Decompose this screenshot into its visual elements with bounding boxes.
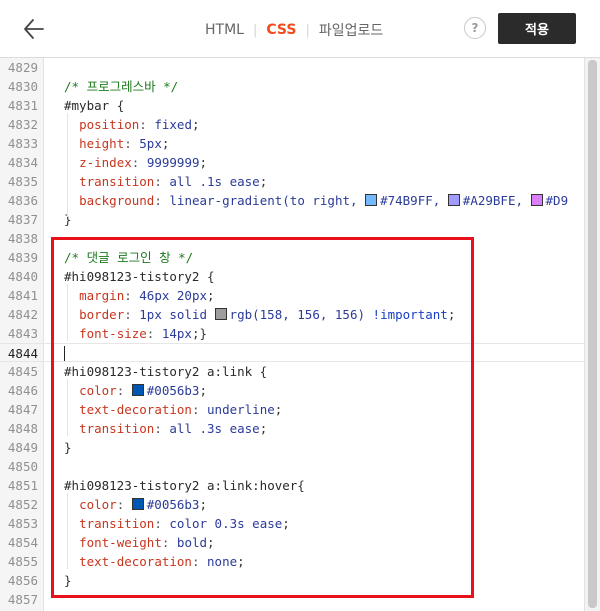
line-number: 4847 bbox=[7, 402, 38, 417]
code-comment: /* 프로그레스바 */ bbox=[64, 79, 179, 94]
code-line[interactable]: 4835 transition: all .1s ease; bbox=[0, 172, 584, 191]
code-text: transition: all .1s ease; bbox=[64, 172, 267, 191]
line-number: 4853 bbox=[7, 516, 38, 531]
css-property: height bbox=[79, 136, 125, 151]
line-number: 4848 bbox=[7, 421, 38, 436]
line-number: 4829 bbox=[7, 60, 38, 75]
back-button[interactable] bbox=[22, 14, 46, 44]
apply-button[interactable]: 적용 bbox=[498, 13, 576, 44]
code-line[interactable]: 4834 z-index: 9999999; bbox=[0, 153, 584, 172]
css-property: position bbox=[79, 117, 140, 132]
code-line[interactable]: 4836 background: linear-gradient(to righ… bbox=[0, 191, 584, 210]
tab-html[interactable]: HTML bbox=[205, 22, 244, 38]
code-line[interactable]: 4833 height: 5px; bbox=[0, 134, 584, 153]
line-number: 4843 bbox=[7, 326, 38, 341]
code-line[interactable]: 4830 /* 프로그레스바 */ bbox=[0, 77, 584, 96]
line-number: 4850 bbox=[7, 459, 38, 474]
line-number: 4846 bbox=[7, 383, 38, 398]
css-value: 9999999 bbox=[146, 155, 200, 170]
line-number: 4856 bbox=[7, 573, 38, 588]
vertical-scrollbar[interactable] bbox=[584, 58, 600, 611]
line-number: 4842 bbox=[7, 307, 38, 322]
help-icon: ? bbox=[471, 21, 479, 35]
css-value: #74B9FF, bbox=[380, 193, 448, 208]
code-punctuation: ; bbox=[259, 174, 268, 189]
css-selector: #mybar bbox=[64, 98, 117, 113]
tab-separator: | bbox=[252, 22, 258, 38]
editor-header: HTML | CSS | 파일업로드 ? 적용 bbox=[0, 0, 600, 58]
tab-separator: | bbox=[305, 22, 310, 38]
line-number: 4832 bbox=[7, 117, 38, 132]
code-colon: : bbox=[139, 117, 155, 132]
line-number: 4830 bbox=[7, 79, 38, 94]
code-text: position: fixed; bbox=[64, 115, 200, 134]
code-line[interactable]: 4832 position: fixed; bbox=[0, 115, 584, 134]
help-button[interactable]: ? bbox=[464, 17, 486, 39]
line-number: 4837 bbox=[7, 212, 38, 227]
css-property: z-index bbox=[79, 155, 132, 170]
code-punctuation: { bbox=[116, 98, 125, 113]
code-text: z-index: 9999999; bbox=[64, 153, 207, 172]
css-code-editor[interactable]: 4829 4830/* 프로그레스바 */4831 #mybar {4832 pos… bbox=[0, 58, 600, 611]
code-line[interactable]: 4829 bbox=[0, 58, 584, 77]
code-text: #mybar { bbox=[64, 96, 124, 115]
css-value: fixed bbox=[154, 117, 192, 132]
line-number: 4838 bbox=[7, 231, 38, 246]
scrollbar-thumb[interactable] bbox=[588, 60, 597, 608]
code-punctuation: ; bbox=[199, 155, 208, 170]
line-number: 4854 bbox=[7, 535, 38, 550]
color-swatch[interactable] bbox=[447, 194, 460, 206]
line-number: 4841 bbox=[7, 288, 38, 303]
line-number: 4834 bbox=[7, 155, 38, 170]
line-number: 4833 bbox=[7, 136, 38, 151]
color-swatch[interactable] bbox=[365, 194, 378, 206]
color-swatch[interactable] bbox=[530, 194, 543, 206]
css-value: #D9 bbox=[545, 193, 569, 208]
css-property: background bbox=[79, 193, 155, 208]
code-text: height: 5px; bbox=[64, 134, 169, 153]
tab-file-upload[interactable]: 파일업로드 bbox=[319, 20, 383, 40]
line-number: 4836 bbox=[7, 193, 38, 208]
indent-guide bbox=[67, 113, 68, 217]
line-number: 4857 bbox=[7, 592, 38, 607]
tab-css[interactable]: CSS bbox=[266, 22, 296, 38]
css-value: linear-gradient(to right, bbox=[169, 193, 366, 208]
line-number: 4851 bbox=[7, 478, 38, 493]
code-text: /* 프로그레스바 */ bbox=[64, 77, 178, 96]
line-number: 4839 bbox=[7, 250, 38, 265]
code-punctuation: ; bbox=[161, 136, 170, 151]
code-colon: : bbox=[124, 136, 140, 151]
code-text: background: linear-gradient(to right, #7… bbox=[64, 191, 568, 210]
line-number: 4844 bbox=[7, 346, 38, 361]
line-number: 4835 bbox=[7, 174, 38, 189]
code-colon: : bbox=[154, 174, 170, 189]
line-number: 4845 bbox=[7, 364, 38, 379]
code-punctuation: ; bbox=[191, 117, 200, 132]
css-property: transition bbox=[79, 174, 155, 189]
css-value: 5px bbox=[139, 136, 162, 151]
line-number: 4855 bbox=[7, 554, 38, 569]
code-colon: : bbox=[154, 193, 170, 208]
css-value: #A29BFE, bbox=[462, 193, 531, 208]
line-number: 4849 bbox=[7, 440, 38, 455]
code-colon: : bbox=[131, 155, 147, 170]
arrow-left-icon bbox=[24, 19, 44, 39]
code-line[interactable]: 4831 #mybar { bbox=[0, 96, 584, 115]
highlight-annotation-box bbox=[51, 237, 474, 598]
code-line[interactable]: 4837} bbox=[0, 210, 584, 229]
editor-tabs: HTML | CSS | 파일업로드 bbox=[205, 19, 383, 41]
line-number: 4852 bbox=[7, 497, 38, 512]
line-number: 4840 bbox=[7, 269, 38, 284]
css-value: all .1s ease bbox=[169, 174, 260, 189]
line-number: 4831 bbox=[7, 98, 38, 113]
